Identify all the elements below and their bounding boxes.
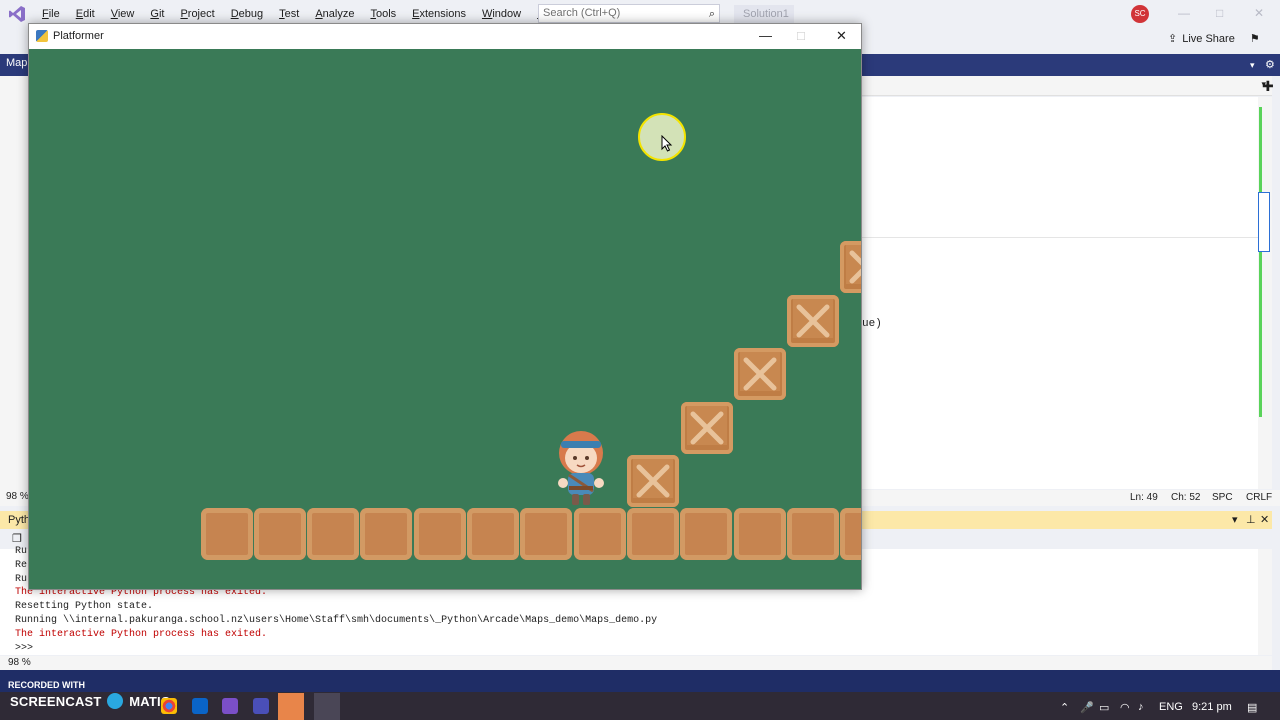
ground-tile [680, 508, 732, 560]
minimize-icon[interactable]: — [759, 28, 772, 43]
close-icon[interactable]: ✕ [836, 28, 847, 44]
close-icon[interactable]: ✕ [1260, 513, 1269, 526]
output-scrollbar[interactable] [1258, 549, 1272, 655]
scroll-thumb[interactable] [1258, 192, 1270, 252]
split-icon[interactable]: ✚ [1262, 78, 1274, 95]
gear-icon[interactable]: ⚙ [1265, 58, 1275, 71]
ground-tile [414, 508, 466, 560]
pin-icon[interactable]: ⊥ [1246, 513, 1256, 526]
crate [627, 455, 679, 507]
search-input[interactable]: Search (Ctrl+Q) ⌕ [538, 4, 720, 23]
platformer-window[interactable]: Platformer — □ ✕ [28, 23, 862, 590]
game-canvas[interactable] [29, 49, 861, 589]
chrome-icon[interactable] [161, 698, 177, 714]
ground-tile [254, 508, 306, 560]
ground-tile [734, 508, 786, 560]
search-placeholder: Search (Ctrl+Q) [543, 7, 621, 19]
output-prompt: >>> [15, 643, 34, 654]
recorded-with-label: RECORDED WITH [8, 680, 85, 690]
ground-tile [467, 508, 519, 560]
ground-tile [627, 508, 679, 560]
minimize-icon[interactable]: — [1178, 6, 1190, 20]
ground-tile [787, 508, 839, 560]
tray-chevron-icon[interactable]: ⌃ [1060, 701, 1069, 714]
crate [787, 295, 839, 347]
code-fragment: ue) [862, 318, 882, 330]
ground-tile [360, 508, 412, 560]
editor-status-line: Ln: 49 Ch: 52 SPC CRLF [862, 490, 1280, 506]
search-icon: ⌕ [708, 8, 715, 20]
output-line: Running \\internal.pakuranga.school.nz\u… [15, 615, 658, 626]
ground-tile [840, 508, 861, 560]
doc-tab-map[interactable]: Map [6, 57, 27, 69]
ground-tile [520, 508, 572, 560]
maximize-icon: □ [797, 28, 805, 43]
player-character-icon [558, 431, 604, 505]
notifications-icon[interactable]: ▤ [1247, 701, 1257, 714]
avatar[interactable]: SC [1131, 5, 1149, 23]
editor-line-separator [862, 237, 1258, 238]
output-line-error: The interactive Python process has exite… [15, 629, 268, 640]
feedback-icon[interactable]: ⚑ [1250, 32, 1260, 45]
code-editor[interactable] [862, 97, 1258, 489]
microphone-icon[interactable]: 🎤 [1080, 701, 1094, 714]
mouse-cursor-icon [661, 135, 673, 152]
screencast-watermark: SCREENCAST MATIC [10, 693, 170, 709]
ground-tile [307, 508, 359, 560]
editor-nav-bar: ▾ [862, 76, 1272, 96]
live-share-button[interactable]: ⇪ Live Share ⚑ [1168, 32, 1260, 46]
outlook-icon[interactable] [192, 698, 208, 714]
output-line: Ru [15, 546, 28, 557]
chevron-down-icon[interactable]: ▾ [1250, 60, 1255, 71]
solution-name: Solution1 [734, 5, 794, 23]
platformer-window-title: Platformer [53, 30, 104, 42]
line-ending: CRLF [1246, 492, 1273, 503]
left-tool-panel [0, 76, 28, 506]
visual-studio-icon[interactable] [222, 698, 238, 714]
editor-zoom-level[interactable]: 98 % [6, 491, 29, 502]
crate [681, 402, 733, 454]
python-window-icon [36, 30, 48, 42]
output-line: Re [15, 560, 28, 571]
screencast-left: SCREENCAST [10, 694, 102, 709]
screencast-logo-icon [107, 693, 124, 709]
volume-icon[interactable]: ♪ [1138, 701, 1144, 713]
editor-scrollbar[interactable] [1258, 97, 1272, 489]
vs-status-bar [0, 670, 1280, 692]
ground-tile [201, 508, 253, 560]
language-indicator[interactable]: ENG [1159, 701, 1183, 713]
output-zoom-level[interactable]: 98 % [8, 657, 31, 668]
crate [840, 241, 861, 293]
clear-output-icon[interactable]: ❐ [12, 532, 22, 545]
output-zoom-bar: 98 % [0, 656, 1272, 670]
clock[interactable]: 9:21 pm [1192, 701, 1232, 713]
change-marker [1259, 107, 1262, 417]
live-share-icon: ⇪ [1168, 33, 1178, 45]
live-share-label: Live Share [1182, 32, 1235, 45]
platformer-titlebar[interactable]: Platformer — □ ✕ [29, 24, 861, 49]
crate [734, 348, 786, 400]
column-number: Ch: 52 [1171, 492, 1201, 503]
battery-icon[interactable]: ▭ [1099, 701, 1109, 714]
whitespace-mode: SPC [1212, 492, 1233, 503]
ground-tile [574, 508, 626, 560]
teams-icon[interactable] [253, 698, 269, 714]
close-icon[interactable]: ✕ [1254, 6, 1264, 20]
wifi-icon[interactable]: ◠ [1120, 701, 1130, 714]
chevron-down-icon[interactable]: ▾ [1232, 513, 1238, 526]
line-number: Ln: 49 [1130, 492, 1158, 503]
output-line: Resetting Python state. [15, 601, 154, 612]
output-line: Ru [15, 574, 28, 585]
screencast-recorder-icon[interactable] [278, 693, 304, 720]
python-icon[interactable] [314, 693, 340, 720]
maximize-icon[interactable]: □ [1216, 6, 1223, 20]
